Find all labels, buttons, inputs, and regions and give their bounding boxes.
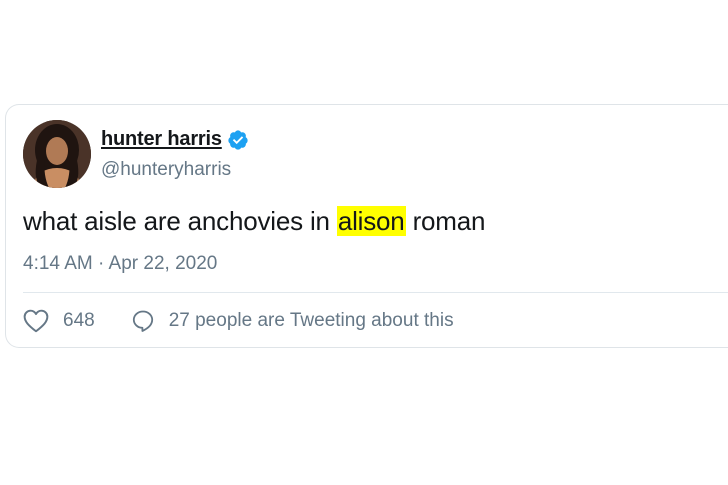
like-button[interactable]: 648 — [23, 309, 95, 333]
divider — [23, 292, 728, 293]
avatar[interactable] — [23, 120, 91, 188]
tweet-text-before: what aisle are anchovies in — [23, 206, 337, 236]
discussion-text: 27 people are Tweeting about this — [168, 310, 454, 331]
tweet-text-highlight: alison — [336, 206, 406, 236]
like-count: 648 — [63, 310, 95, 331]
tweet-timestamp[interactable]: 4:14 AM · Apr 22, 2020 — [23, 253, 217, 275]
tweet-text-after: roman — [405, 206, 486, 236]
author-handle[interactable]: @hunteryharris — [101, 159, 231, 181]
tweet-card[interactable]: hunter harris @hunteryharris what aisle … — [5, 104, 728, 348]
tweet-actions: 648 27 people are Tweeting about this — [23, 309, 454, 333]
author-display-name[interactable]: hunter harris — [101, 128, 222, 151]
tweet-text: what aisle are anchovies in alison roman — [23, 206, 485, 237]
heart-icon — [23, 309, 49, 333]
avatar-image — [23, 120, 91, 188]
verified-badge-icon — [228, 129, 248, 150]
discussion-link[interactable]: 27 people are Tweeting about this — [131, 309, 454, 333]
author-name-row: hunter harris — [101, 128, 249, 151]
speech-bubble-icon — [132, 310, 153, 332]
